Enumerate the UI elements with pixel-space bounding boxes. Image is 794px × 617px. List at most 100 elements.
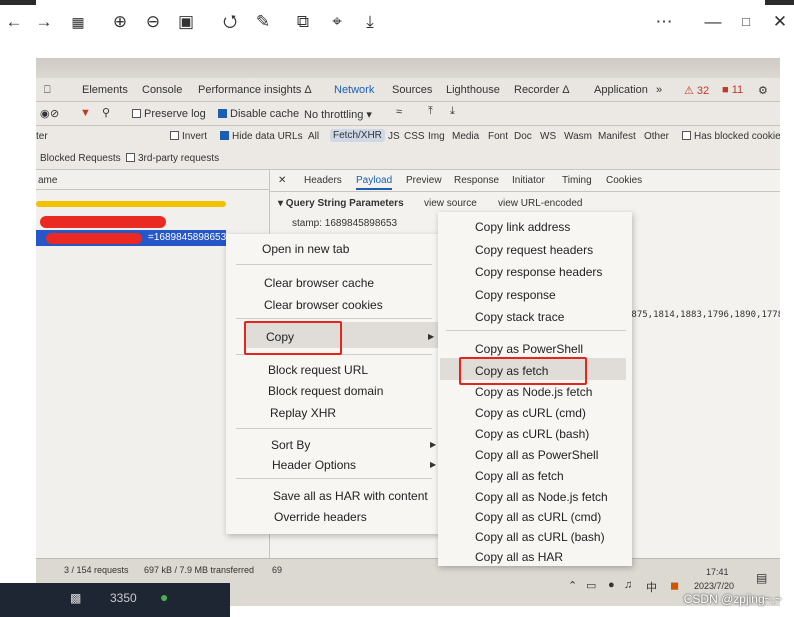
taskbar-app-icon[interactable]: ▩ (70, 591, 81, 605)
minimize-icon[interactable]: — (703, 12, 723, 32)
wechat-icon[interactable]: ● (160, 589, 168, 605)
tab-headers[interactable]: Headers (304, 175, 342, 186)
view-source-link[interactable]: view source (424, 198, 477, 209)
save-icon[interactable]: ⤓ (360, 12, 380, 32)
menu-copy-response-headers[interactable]: Copy response headers (475, 265, 602, 279)
tab-elements[interactable]: Elements (82, 84, 128, 96)
filter-input[interactable]: ter (36, 131, 48, 142)
filter-icon[interactable]: ▼ (80, 107, 91, 119)
tab-preview[interactable]: Preview (406, 175, 442, 186)
network-tray-icon[interactable]: ▭ (586, 579, 596, 592)
menu-save-all-as-har[interactable]: Save all as HAR with content (273, 489, 428, 503)
menu-copy-all-as-curl-cmd[interactable]: Copy all as cURL (cmd) (475, 510, 601, 524)
copy-icon[interactable]: ⧉ (293, 12, 313, 32)
filter-all[interactable]: All (308, 131, 319, 142)
third-party-checkbox[interactable]: 3rd-party requests (126, 153, 219, 164)
invert-checkbox[interactable]: Invert (170, 131, 207, 142)
notification-icon[interactable]: ▤ (756, 571, 767, 585)
menu-clear-browser-cookies[interactable]: Clear browser cookies (264, 298, 383, 312)
tab-cookies[interactable]: Cookies (606, 175, 642, 186)
rotate-icon[interactable]: ⭯ (220, 12, 240, 32)
filter-media[interactable]: Media (452, 131, 479, 142)
tab-performance-insights[interactable]: Performance insights Δ (198, 84, 312, 96)
menu-override-headers[interactable]: Override headers (274, 510, 367, 524)
issue-count-badge[interactable]: ■ 11 (722, 84, 743, 96)
close-icon[interactable]: ✕ (770, 12, 790, 32)
tray-arrow-icon[interactable]: ⌃ (568, 579, 577, 592)
name-column-header[interactable]: ame (36, 170, 270, 190)
settings-gear-icon[interactable]: ⚙ (758, 84, 768, 97)
throttling-select[interactable]: No throttling ▾ (304, 108, 372, 121)
error-count-badge[interactable]: ⚠ 32 (684, 84, 709, 97)
crop-icon[interactable]: ⌖ (327, 12, 347, 32)
more-icon[interactable]: ⋯ (654, 12, 674, 32)
menu-copy-link-address[interactable]: Copy link address (475, 220, 570, 234)
menu-block-request-url[interactable]: Block request URL (268, 363, 368, 377)
tab-timing[interactable]: Timing (562, 175, 592, 186)
blocked-requests-label[interactable]: Blocked Requests (40, 153, 121, 164)
fit-icon[interactable]: ▣ (176, 12, 196, 32)
tab-application[interactable]: Application (594, 84, 648, 96)
ime-indicator[interactable]: 中 (646, 579, 657, 595)
more-tabs-icon[interactable]: » (656, 84, 662, 96)
menu-copy-as-curl-bash[interactable]: Copy as cURL (bash) (475, 427, 589, 441)
tab-network[interactable]: Network (334, 84, 374, 96)
back-icon[interactable]: ← (4, 12, 24, 32)
edit-icon[interactable]: ✎ (253, 12, 273, 32)
app-tray-icon[interactable]: ◼ (670, 579, 679, 592)
menu-copy-all-as-nodejs-fetch[interactable]: Copy all as Node.js fetch (475, 490, 608, 504)
view-url-encoded-link[interactable]: view URL-encoded (498, 198, 583, 209)
menu-copy-stack-trace[interactable]: Copy stack trace (475, 310, 564, 324)
filter-font[interactable]: Font (488, 131, 508, 142)
tab-recorder[interactable]: Recorder Δ (514, 84, 570, 96)
preserve-log-checkbox[interactable]: Preserve log (132, 108, 206, 120)
tab-initiator[interactable]: Initiator (512, 175, 545, 186)
filter-other[interactable]: Other (644, 131, 669, 142)
menu-copy-all-as-har[interactable]: Copy all as HAR (475, 550, 563, 564)
maximize-icon[interactable]: □ (736, 12, 756, 32)
record-icon[interactable]: ◉ (40, 107, 50, 120)
zoom-in-icon[interactable]: ⊕ (110, 12, 130, 32)
has-blocked-cookies-checkbox[interactable]: Has blocked cookies (682, 131, 780, 142)
filter-manifest[interactable]: Manifest (598, 131, 636, 142)
tab-sources[interactable]: Sources (392, 84, 432, 96)
filter-img[interactable]: Img (428, 131, 445, 142)
filter-ws[interactable]: WS (540, 131, 556, 142)
tab-response[interactable]: Response (454, 175, 499, 186)
filter-fetch-xhr[interactable]: Fetch/XHR (330, 129, 385, 142)
menu-copy-all-as-curl-bash[interactable]: Copy all as cURL (bash) (475, 530, 605, 544)
close-details-icon[interactable]: ✕ (278, 175, 286, 186)
menu-clear-browser-cache[interactable]: Clear browser cache (264, 276, 374, 290)
volume-icon[interactable]: ♫ (624, 579, 632, 591)
grid-icon[interactable]: ▦ (68, 12, 88, 32)
menu-header-options[interactable]: Header Options (272, 458, 356, 472)
menu-sort-by[interactable]: Sort By (271, 438, 310, 452)
menu-block-request-domain[interactable]: Block request domain (268, 384, 383, 398)
menu-replay-xhr[interactable]: Replay XHR (270, 406, 336, 420)
wechat-tray-icon[interactable]: ● (608, 579, 615, 591)
menu-copy-as-nodejs-fetch[interactable]: Copy as Node.js fetch (475, 385, 592, 399)
menu-copy-all-as-powershell[interactable]: Copy all as PowerShell (475, 448, 598, 462)
tab-lighthouse[interactable]: Lighthouse (446, 84, 500, 96)
filter-css[interactable]: CSS (404, 131, 425, 142)
hide-data-urls-checkbox[interactable]: Hide data URLs (220, 131, 303, 142)
query-string-section[interactable]: ▾ Query String Parameters (278, 198, 404, 209)
search-icon[interactable]: ⚲ (102, 106, 110, 119)
menu-copy-response[interactable]: Copy response (475, 288, 556, 302)
menu-copy-as-curl-cmd[interactable]: Copy as cURL (cmd) (475, 406, 586, 420)
filter-js[interactable]: JS (388, 131, 400, 142)
menu-open-new-tab[interactable]: Open in new tab (262, 242, 349, 256)
forward-icon[interactable]: → (34, 12, 54, 32)
disable-cache-checkbox[interactable]: Disable cache (218, 108, 299, 120)
filter-wasm[interactable]: Wasm (564, 131, 592, 142)
clear-icon[interactable]: ⊘ (50, 107, 59, 120)
devtools-inspect-icon[interactable]: ⎕ (44, 84, 51, 97)
tab-console[interactable]: Console (142, 84, 182, 96)
menu-copy-as-powershell[interactable]: Copy as PowerShell (475, 342, 583, 356)
tab-payload[interactable]: Payload (356, 175, 393, 190)
menu-copy-all-as-fetch[interactable]: Copy all as fetch (475, 469, 564, 483)
menu-copy-request-headers[interactable]: Copy request headers (475, 243, 593, 257)
zoom-out-icon[interactable]: ⊖ (143, 12, 163, 32)
filter-doc[interactable]: Doc (514, 131, 532, 142)
wifi-icon[interactable]: ≈ (396, 106, 402, 118)
